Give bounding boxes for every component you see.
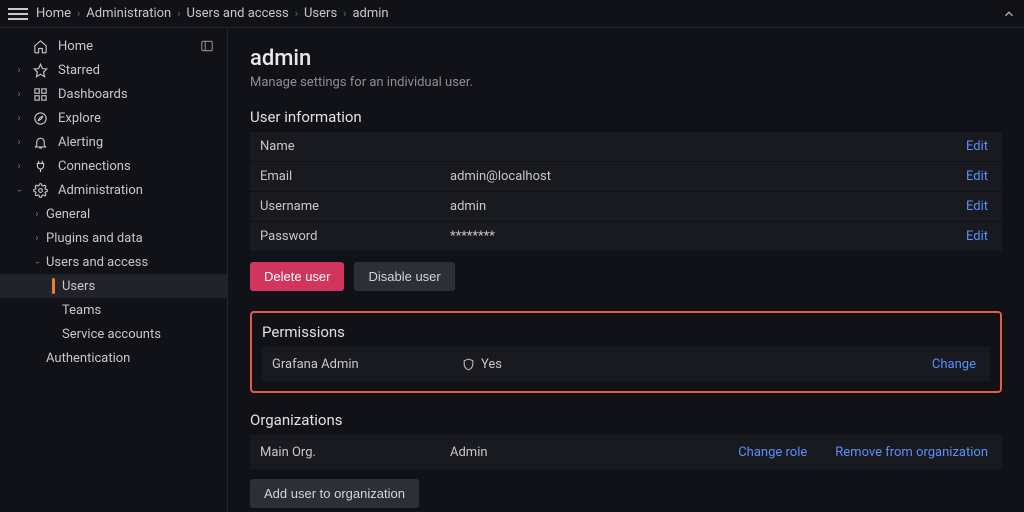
- sidebar-item-label: Users and access: [46, 255, 148, 270]
- permission-label: Grafana Admin: [272, 357, 462, 372]
- sidebar-item-label: General: [46, 207, 90, 222]
- sidebar-item-general[interactable]: › General: [0, 202, 227, 226]
- collapse-icon[interactable]: [1002, 7, 1016, 21]
- edit-username-link[interactable]: Edit: [966, 199, 988, 214]
- permission-row: Grafana Admin Yes Change: [262, 347, 990, 381]
- page-title: admin: [250, 46, 1002, 71]
- field-label: Username: [260, 199, 450, 214]
- sidebar: Home › Starred › Dashboards › Explore: [0, 28, 228, 512]
- sidebar-item-plugins-and-data[interactable]: › Plugins and data: [0, 226, 227, 250]
- sidebar-item-connections[interactable]: › Connections: [0, 154, 227, 178]
- permission-value: Yes: [481, 357, 502, 372]
- sidebar-item-label: Teams: [62, 303, 101, 318]
- breadcrumb-users-and-access[interactable]: Users and access: [187, 6, 289, 21]
- sidebar-item-label: Alerting: [58, 135, 103, 150]
- chevron-right-icon: ›: [77, 7, 80, 20]
- chevron-right-icon: ›: [10, 161, 28, 172]
- sidebar-item-label: Home: [58, 39, 93, 54]
- sidebar-item-users-and-access[interactable]: › Users and access: [0, 250, 227, 274]
- shield-icon: [462, 358, 475, 371]
- field-value: ********: [450, 229, 966, 244]
- sidebar-item-label: Plugins and data: [46, 231, 143, 246]
- user-info-row-username: Username admin Edit: [250, 192, 1002, 222]
- chevron-down-icon: ›: [32, 253, 43, 271]
- sidebar-item-label: Explore: [58, 111, 101, 126]
- compass-icon: [30, 108, 50, 128]
- organizations-heading: Organizations: [250, 411, 1002, 429]
- breadcrumb-users[interactable]: Users: [304, 6, 337, 21]
- add-user-to-org-button[interactable]: Add user to organization: [250, 479, 419, 508]
- edit-password-link[interactable]: Edit: [966, 229, 988, 244]
- sidebar-item-explore[interactable]: › Explore: [0, 106, 227, 130]
- sidebar-item-label: Connections: [58, 159, 131, 174]
- menu-toggle-icon[interactable]: [8, 4, 28, 24]
- chevron-right-icon: ›: [10, 89, 28, 100]
- user-info-row-email: Email admin@localhost Edit: [250, 162, 1002, 192]
- disable-user-button[interactable]: Disable user: [354, 262, 454, 291]
- top-bar: Home › Administration › Users and access…: [0, 0, 1024, 28]
- chevron-right-icon: ›: [177, 7, 180, 20]
- chevron-right-icon: ›: [295, 7, 298, 20]
- user-info-row-password: Password ******** Edit: [250, 222, 1002, 252]
- delete-user-button[interactable]: Delete user: [250, 262, 344, 291]
- page-subtitle: Manage settings for an individual user.: [250, 75, 1002, 90]
- sidebar-item-authentication[interactable]: Authentication: [0, 346, 227, 370]
- chevron-right-icon: ›: [10, 65, 28, 76]
- gear-icon: [30, 180, 50, 200]
- sidebar-item-alerting[interactable]: › Alerting: [0, 130, 227, 154]
- sidebar-item-label: Starred: [58, 63, 100, 78]
- user-info-heading: User information: [250, 108, 1002, 126]
- sidebar-item-users[interactable]: Users: [0, 274, 227, 298]
- edit-email-link[interactable]: Edit: [966, 169, 988, 184]
- org-role: Admin: [450, 445, 738, 460]
- home-icon: [30, 36, 50, 56]
- remove-from-org-link[interactable]: Remove from organization: [835, 445, 988, 460]
- field-label: Email: [260, 169, 450, 184]
- chevron-down-icon: ›: [14, 181, 25, 199]
- bell-icon: [30, 132, 50, 152]
- main-content: admin Manage settings for an individual …: [228, 28, 1024, 512]
- organization-row: Main Org. Admin Change role Remove from …: [250, 435, 1002, 469]
- grid-icon: [30, 84, 50, 104]
- permissions-heading: Permissions: [262, 323, 990, 341]
- chevron-right-icon: ›: [343, 7, 346, 20]
- sidebar-item-starred[interactable]: › Starred: [0, 58, 227, 82]
- sidebar-item-administration[interactable]: › Administration: [0, 178, 227, 202]
- sidebar-item-label: Users: [62, 279, 95, 294]
- edit-name-link[interactable]: Edit: [966, 139, 988, 154]
- sidebar-item-label: Service accounts: [62, 327, 161, 342]
- sidebar-item-label: Administration: [58, 183, 143, 198]
- star-icon: [30, 60, 50, 80]
- breadcrumb-home[interactable]: Home: [36, 6, 71, 21]
- user-info-table: Name Edit Email admin@localhost Edit Use…: [250, 132, 1002, 252]
- sidebar-item-service-accounts[interactable]: Service accounts: [0, 322, 227, 346]
- breadcrumb-current: admin: [352, 6, 388, 21]
- chevron-right-icon: ›: [10, 137, 28, 148]
- user-info-row-name: Name Edit: [250, 132, 1002, 162]
- org-name: Main Org.: [260, 445, 450, 460]
- sidebar-item-label: Authentication: [46, 351, 130, 366]
- sidebar-item-dashboards[interactable]: › Dashboards: [0, 82, 227, 106]
- sidebar-item-home[interactable]: Home: [0, 34, 227, 58]
- chevron-right-icon: ›: [28, 209, 46, 220]
- dock-icon[interactable]: [197, 36, 217, 56]
- permissions-highlight: Permissions Grafana Admin Yes Change: [250, 311, 1002, 393]
- chevron-right-icon: ›: [28, 233, 46, 244]
- field-label: Name: [260, 139, 450, 154]
- field-value: admin: [450, 199, 966, 214]
- change-role-link[interactable]: Change role: [738, 445, 807, 460]
- field-value: admin@localhost: [450, 169, 966, 184]
- sidebar-item-label: Dashboards: [58, 87, 128, 102]
- breadcrumb-administration[interactable]: Administration: [86, 6, 171, 21]
- plug-icon: [30, 156, 50, 176]
- sidebar-item-teams[interactable]: Teams: [0, 298, 227, 322]
- breadcrumb: Home › Administration › Users and access…: [36, 6, 1002, 21]
- change-permission-link[interactable]: Change: [932, 357, 976, 372]
- chevron-right-icon: ›: [10, 113, 28, 124]
- field-label: Password: [260, 229, 450, 244]
